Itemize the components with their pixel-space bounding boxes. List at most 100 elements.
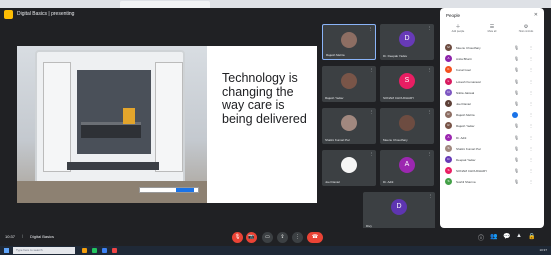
participant-tile[interactable]: D ⋮ Dr. Deepak Yadav	[380, 24, 434, 60]
avatar: D	[399, 31, 415, 47]
mic-icon[interactable]: 🎙	[514, 157, 519, 162]
participant-tile[interactable]: ⋮ Meenu Choudhary	[380, 108, 434, 144]
mic-icon[interactable]: 🎙	[514, 168, 519, 173]
mic-icon[interactable]: 🎙	[514, 179, 519, 184]
mute-all-label: Mute all	[487, 30, 497, 33]
close-icon[interactable]: ✕	[534, 12, 538, 18]
tile-more-icon[interactable]: ⋮	[369, 27, 373, 31]
file-explorer-icon[interactable]	[82, 248, 87, 253]
tile-more-icon[interactable]: ⋮	[428, 152, 432, 156]
mic-icon[interactable]: 🎙	[514, 90, 519, 95]
browser-tab-bar	[0, 0, 551, 8]
chrome-icon[interactable]	[92, 248, 97, 253]
add-people-label: Add people	[451, 30, 465, 33]
participant-tile[interactable]: ⋮ Rajesh Yadav	[322, 66, 376, 102]
mic-icon[interactable]: 🎙	[514, 56, 519, 61]
list-item[interactable]: M Meenu Choudhary 🎙 ⋮	[444, 42, 540, 53]
more-options-icon[interactable]: ⋮	[529, 112, 533, 117]
tile-more-icon[interactable]: ⋮	[428, 110, 432, 114]
mic-icon[interactable]: 🎙	[514, 101, 519, 106]
avatar: A	[399, 157, 415, 173]
more-options-button[interactable]: ⋮	[292, 232, 303, 243]
mic-off-button[interactable]: 🎙	[232, 232, 243, 243]
mic-icon[interactable]: 🎙	[514, 135, 519, 140]
participant-name: Nikita Jaiswal	[456, 90, 475, 95]
more-options-icon[interactable]: ⋮	[529, 157, 533, 162]
more-options-icon[interactable]: ⋮	[529, 146, 533, 151]
app-icon[interactable]	[112, 248, 117, 253]
people-panel: People ✕ ＋ Add people ☰ Mute all ⚙ Host …	[440, 8, 544, 228]
participant-tile[interactable]: D ⋮ Divy	[363, 192, 435, 230]
tile-more-icon[interactable]: ⋮	[428, 68, 432, 72]
participant-tile[interactable]: S ⋮ SONAM CHOUDHARY	[380, 66, 434, 102]
more-options-icon[interactable]: ⋮	[529, 45, 533, 50]
more-options-icon[interactable]: ⋮	[529, 79, 533, 84]
lock-icon[interactable]: 🔒	[528, 233, 535, 240]
tile-more-icon[interactable]: ⋮	[370, 152, 374, 156]
participant-name: Meenu Choudhary	[456, 46, 481, 50]
participant-name: Shalini Kumari Pal	[456, 146, 481, 151]
list-item[interactable]: A Anita Bharti 🎙 ⋮	[444, 53, 540, 64]
mic-icon[interactable]: 🎙	[514, 79, 519, 84]
taskbar-search[interactable]: Type here to search	[13, 247, 75, 254]
avatar: S	[445, 178, 452, 186]
list-item[interactable]: J Joel Daniel 🎙 ⋮	[444, 98, 540, 109]
participant-name: Rajesh Yadav	[325, 96, 344, 100]
list-item[interactable]: R Rajesh Yadav 🎙 ⋮	[444, 120, 540, 131]
ambulance-body	[35, 50, 185, 185]
avatar	[399, 115, 415, 131]
more-options-icon[interactable]: ⋮	[529, 56, 533, 61]
end-call-button[interactable]: ☎	[307, 232, 323, 243]
list-item[interactable]: N Nikita Jaiswal 🎙 ⋮	[444, 87, 540, 98]
participant-tile[interactable]: ⋮ Joel Daniel	[322, 150, 376, 186]
tile-more-icon[interactable]: ⋮	[429, 194, 433, 198]
more-options-icon[interactable]: ⋮	[529, 168, 533, 173]
camera-off-button[interactable]: 📷	[246, 232, 257, 243]
list-item[interactable]: S SONAM CHOUDHARY 🎙 ⋮	[444, 165, 540, 176]
tile-more-icon[interactable]: ⋮	[370, 110, 374, 114]
list-item[interactable]: L Lokesh Kumaravel 🎙 ⋮	[444, 76, 540, 87]
avatar	[341, 32, 357, 48]
list-item[interactable]: S Sushil Sharma 🎙 ⋮	[444, 176, 540, 187]
list-item[interactable]: D Deepak Yadav 🎙 ⋮	[444, 154, 540, 165]
meet-logo-icon	[4, 10, 13, 19]
tile-more-icon[interactable]: ⋮	[370, 68, 374, 72]
edge-icon[interactable]	[102, 248, 107, 253]
more-options-icon[interactable]: ⋮	[529, 90, 533, 95]
participant-tile[interactable]: ⋮ Rajesh Mehta	[322, 24, 376, 60]
windows-start-icon[interactable]	[4, 248, 9, 253]
mute-all-button[interactable]: ☰ Mute all	[476, 24, 508, 33]
more-options-icon[interactable]: ⋮	[529, 135, 533, 140]
add-people-button[interactable]: ＋ Add people	[442, 24, 474, 33]
host-controls-button[interactable]: ⚙ Host controls	[510, 24, 542, 33]
more-options-icon[interactable]: ⋮	[529, 101, 533, 106]
list-item[interactable]: S Shalini Kumari Pal 🎙 ⋮	[444, 143, 540, 154]
chat-icon[interactable]: 💬	[503, 233, 510, 240]
more-options-icon[interactable]: ⋮	[529, 179, 533, 184]
avatar: J	[445, 99, 452, 107]
more-options-icon[interactable]: ⋮	[529, 67, 533, 72]
list-item[interactable]: K Kunal Goel 🎙 ⋮	[444, 64, 540, 75]
list-item[interactable]: A Dr. Aditi 🎙 ⋮	[444, 132, 540, 143]
browser-tab[interactable]	[120, 1, 210, 8]
info-icon[interactable]: ⓘ	[478, 233, 484, 242]
windows-taskbar: Type here to search 10:37	[0, 246, 551, 255]
participant-name: Meenu Choudhary	[383, 138, 408, 142]
participant-tile[interactable]: A ⋮ Dr. Aditi	[380, 150, 434, 186]
captions-button[interactable]: ▭	[262, 232, 273, 243]
participant-name: Anita Bharti	[456, 57, 472, 62]
activities-icon[interactable]: ▲	[516, 233, 522, 239]
tile-more-icon[interactable]: ⋮	[428, 26, 432, 30]
mic-icon[interactable]: 🎙	[514, 45, 519, 50]
mic-icon[interactable]: 🎙	[514, 146, 519, 151]
participant-tile[interactable]: ⋮ Shalini Kumari Pal	[322, 108, 376, 144]
mic-icon[interactable]: 🎙	[514, 123, 519, 128]
list-item[interactable]: R Rajesh Mehta ⋮	[444, 109, 540, 120]
meeting-title: Digital Basics | presenting	[17, 11, 75, 17]
avatar	[341, 73, 357, 89]
more-options-icon[interactable]: ⋮	[529, 123, 533, 128]
meeting-time: 10:37	[5, 234, 16, 239]
people-icon[interactable]: 👥	[490, 233, 497, 240]
mic-icon[interactable]: 🎙	[514, 67, 519, 72]
present-button[interactable]: ⇪	[277, 232, 288, 243]
